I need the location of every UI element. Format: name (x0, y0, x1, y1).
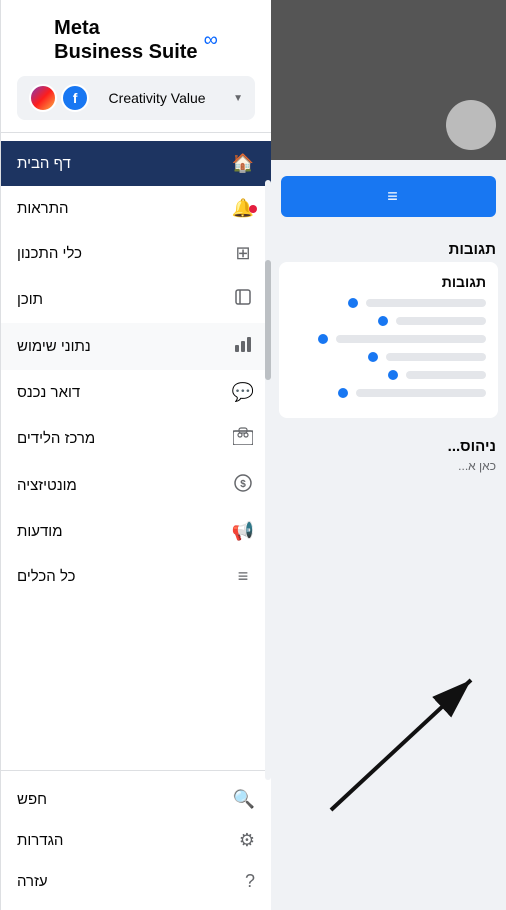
sidebar-item-label: מרכז הלידים (17, 430, 95, 447)
sidebar-item-alerts[interactable]: 🔔 התראות (1, 186, 271, 231)
sidebar-item-leads[interactable]: מרכז הלידים (1, 415, 271, 462)
dot-indicator (338, 388, 348, 398)
grid-icon: ⊞ (231, 243, 255, 264)
sidebar-item-planner[interactable]: ⊞ כלי התכנון (1, 231, 271, 276)
dot-indicator (318, 334, 328, 344)
sidebar-item-label: כלי התכנון (17, 245, 82, 262)
chat-icon: 💬 (231, 382, 255, 403)
sidebar-item-all-tools[interactable]: ≡ כל הכלים (1, 554, 271, 599)
sidebar-item-search[interactable]: 🔍 חפש (1, 779, 271, 820)
account-icons: f (29, 84, 81, 112)
dot-indicator (378, 316, 388, 326)
responses-card: תגובות (279, 262, 498, 418)
dot-row (291, 316, 486, 326)
sidebar-item-label: דואר נכנס (17, 384, 80, 401)
content-icon (231, 288, 255, 311)
account-name: Creativity Value (109, 90, 206, 106)
meta-logo-row: ∞ MetaBusiness Suite (54, 16, 218, 64)
sidebar-bottom: 🔍 חפש ⚙ הגדרות ? עזרה (1, 770, 271, 910)
dot-row (291, 352, 486, 362)
dot-rows (291, 298, 486, 398)
notification-dot (249, 205, 257, 213)
instagram-avatar (29, 84, 57, 112)
leads-icon (231, 427, 255, 450)
sidebar-item-label: מונטיזציה (17, 477, 77, 494)
dot-indicator (368, 352, 378, 362)
bar (396, 317, 486, 325)
dot-row (291, 388, 486, 398)
svg-text:$: $ (240, 479, 246, 490)
home-icon: 🏠 (231, 153, 255, 174)
facebook-avatar: f (61, 84, 89, 112)
sidebar-bottom-label: עזרה (17, 873, 48, 890)
sidebar-item-help[interactable]: ? עזרה (1, 861, 271, 902)
section-title-responses: תגובות (271, 233, 506, 262)
chart-icon (231, 335, 255, 358)
sidebar-item-label: תוכן (17, 291, 43, 308)
sidebar-item-label: כל הכלים (17, 568, 75, 585)
edit-icon: ≡ (387, 186, 398, 207)
sidebar-item-settings[interactable]: ⚙ הגדרות (1, 820, 271, 861)
right-sidebar: ∞ MetaBusiness Suite ▼ Creativity Value … (0, 0, 271, 910)
bar (356, 389, 486, 397)
sidebar-item-home[interactable]: 🏠 דף הבית (1, 141, 271, 186)
sidebar-item-insights[interactable]: נתוני שימוש (1, 323, 271, 370)
cover-image (271, 0, 506, 160)
dollar-icon: $ (231, 474, 255, 497)
page-wrapper: ≡ תגובות תגובות (0, 0, 506, 910)
bar (406, 371, 486, 379)
sidebar-item-label: מודעות (17, 523, 63, 540)
sidebar-header: ∞ MetaBusiness Suite ▼ Creativity Value … (1, 0, 271, 133)
scrollbar-thumb[interactable] (265, 260, 271, 380)
meta-title: MetaBusiness Suite (54, 16, 197, 64)
help-icon: ? (245, 871, 255, 892)
bar (386, 353, 486, 361)
sidebar-item-label: התראות (17, 200, 69, 217)
dot-indicator (388, 370, 398, 380)
card-heading: תגובות (291, 274, 486, 290)
search-icon: 🔍 (233, 789, 255, 810)
sidebar-bottom-label: חפש (17, 791, 47, 808)
sidebar-bottom-label: הגדרות (17, 832, 63, 849)
arrow-annotation (301, 630, 501, 830)
dot-row (291, 334, 486, 344)
sidebar-item-ads[interactable]: 📢 מודעות (1, 509, 271, 554)
sidebar-item-monetization[interactable]: $ מונטיזציה (1, 462, 271, 509)
left-panel: ≡ תגובות תגובות (271, 0, 506, 910)
sidebar-item-content[interactable]: תוכן (1, 276, 271, 323)
gear-icon: ⚙ (239, 830, 255, 851)
sidebar-item-label: דף הבית (17, 155, 71, 172)
bottom-section-title: ניהוס... (271, 430, 506, 459)
bar (366, 299, 486, 307)
dot-indicator (348, 298, 358, 308)
megaphone-icon: 📢 (231, 521, 255, 542)
nav-list: 🏠 דף הבית 🔔 התראות ⊞ כלי התכנון (1, 133, 271, 770)
account-selector[interactable]: ▼ Creativity Value f (17, 76, 255, 120)
sidebar-item-label: נתוני שימוש (17, 338, 91, 355)
sidebar-item-inbox[interactable]: 💬 דואר נכנס (1, 370, 271, 415)
meta-title-block: MetaBusiness Suite (54, 16, 197, 64)
action-button[interactable]: ≡ (281, 176, 496, 217)
sidebar-scrollbar[interactable] (265, 180, 271, 780)
meta-infinity-icon: ∞ (204, 29, 218, 52)
dot-row (291, 298, 486, 308)
bottom-section-text: כאן א... (271, 459, 506, 473)
bar (336, 335, 486, 343)
avatar (446, 100, 496, 150)
dot-row (291, 370, 486, 380)
menu-icon: ≡ (231, 566, 255, 587)
chevron-down-icon: ▼ (233, 93, 243, 104)
